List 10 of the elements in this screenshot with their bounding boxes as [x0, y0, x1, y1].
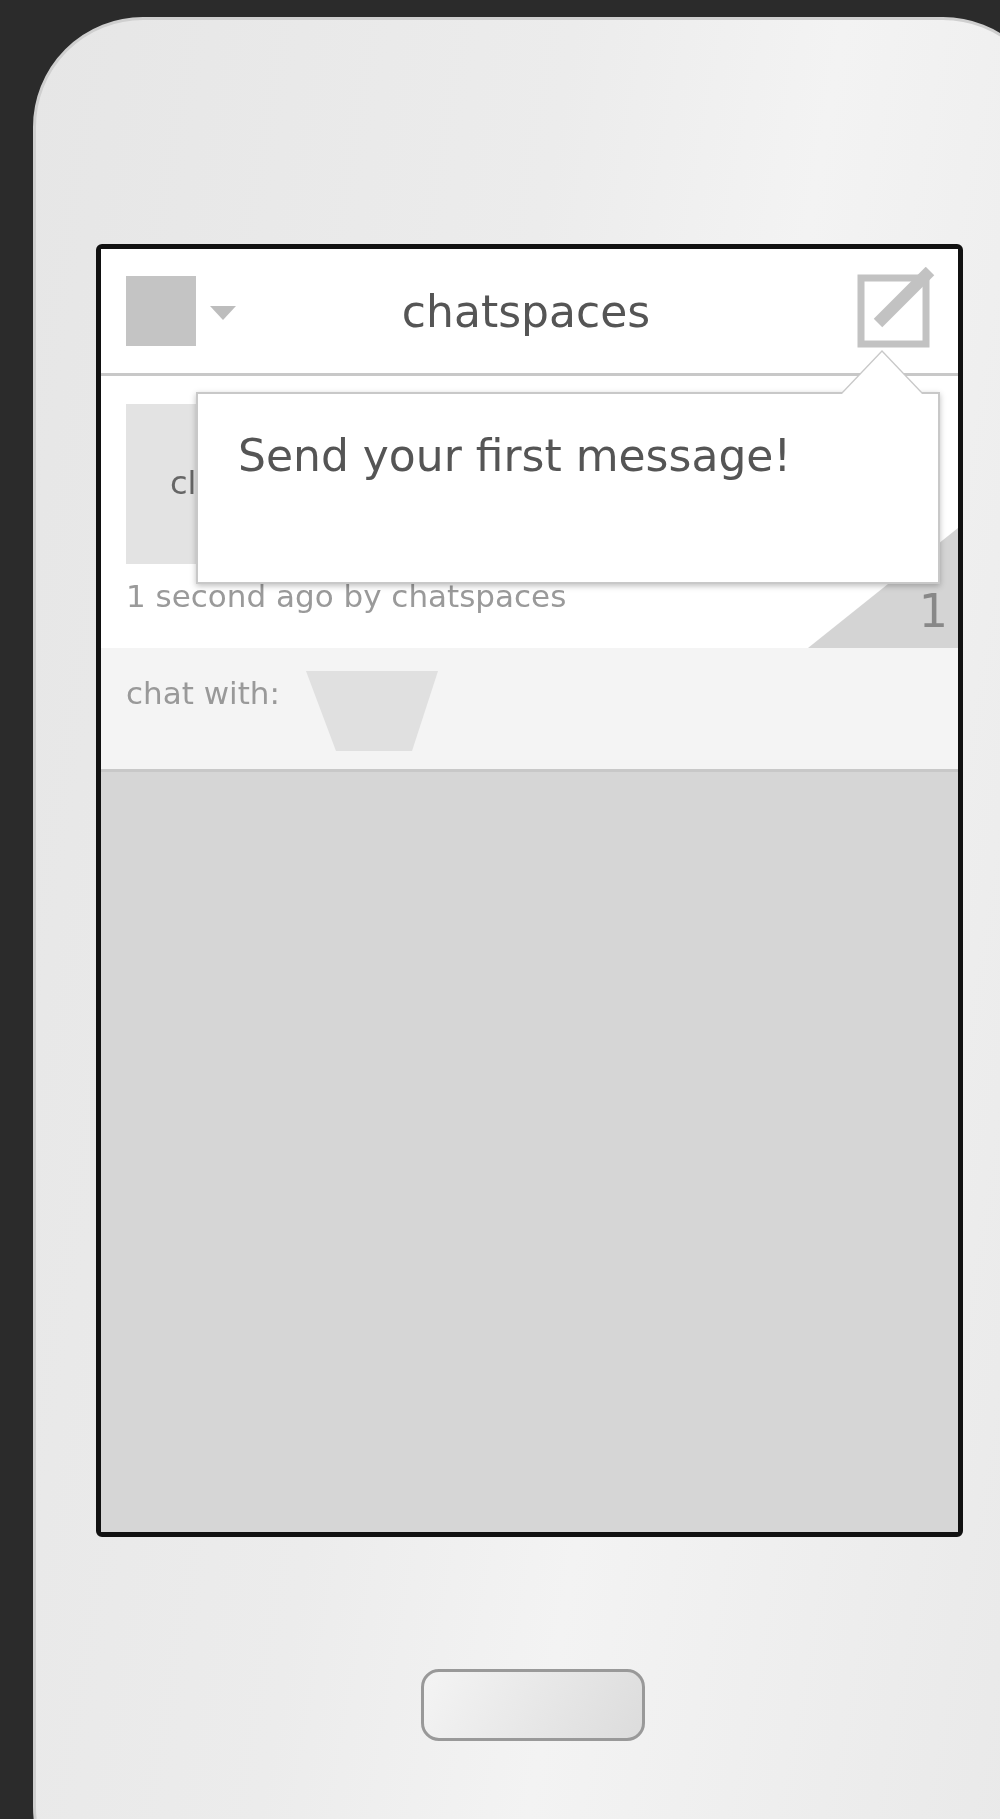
compose-icon[interactable]: [856, 267, 936, 349]
chatspace-meta: 1 second ago by chatspaces: [126, 578, 567, 614]
avatar-placeholder[interactable]: [126, 276, 196, 346]
app-title: chatspaces: [400, 285, 652, 337]
chat-with-label: chat with:: [126, 675, 280, 711]
thumbnail-text: cl: [170, 464, 197, 502]
tooltip-text: Send your first message!: [238, 430, 792, 481]
message-count: 1: [918, 584, 948, 638]
caret-icon[interactable]: [210, 306, 236, 320]
home-button[interactable]: [421, 1669, 645, 1741]
